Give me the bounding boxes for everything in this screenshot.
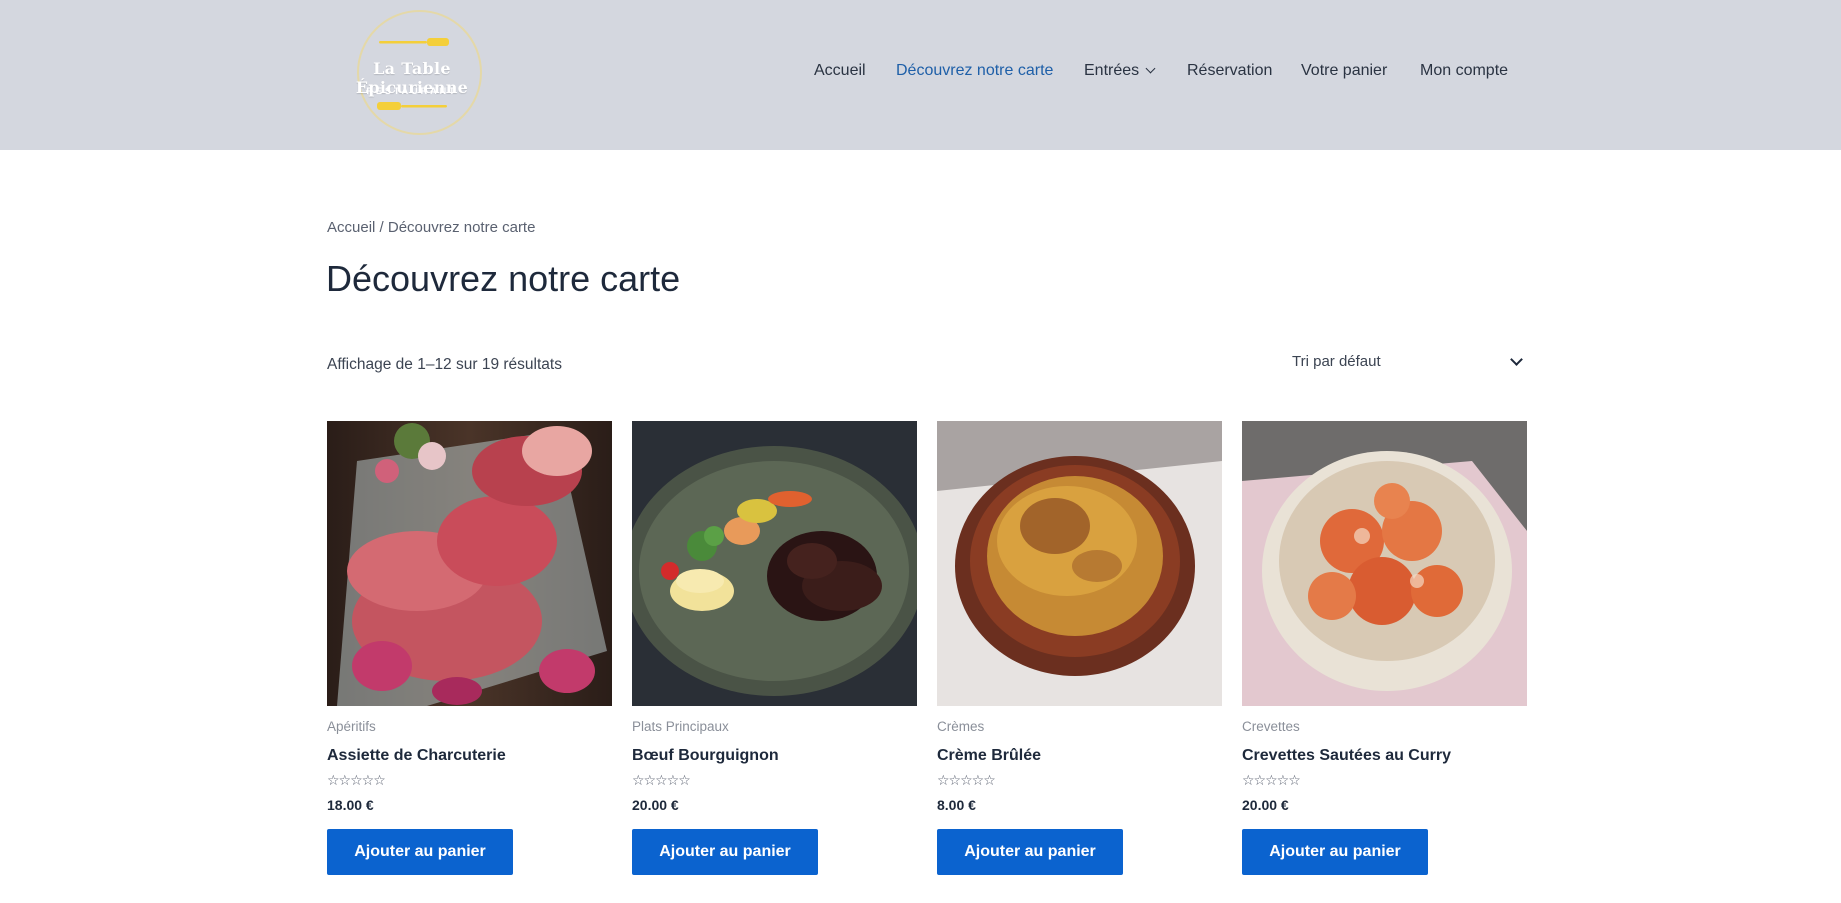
product-price: 18.00 € — [327, 797, 374, 813]
nav-item-compte[interactable]: Mon compte — [1420, 62, 1508, 80]
chevron-down-icon — [1145, 63, 1156, 74]
product-image-crevettes[interactable] — [1242, 421, 1527, 706]
add-to-cart-button[interactable]: Ajouter au panier — [937, 829, 1123, 875]
product-name[interactable]: Crevettes Sautées au Curry — [1242, 747, 1451, 765]
breadcrumb-home-link[interactable]: Accueil — [327, 219, 375, 236]
nav-item-accueil[interactable]: Accueil — [814, 62, 866, 80]
knife-icon — [377, 102, 447, 110]
star-rating: ☆☆☆☆☆ — [937, 772, 996, 788]
breadcrumb: Accueil / Découvrez notre carte — [327, 219, 535, 236]
product-price: 20.00 € — [1242, 797, 1289, 813]
star-rating: ☆☆☆☆☆ — [327, 772, 386, 788]
product-price: 20.00 € — [632, 797, 679, 813]
product-price: 8.00 € — [937, 797, 976, 813]
product-name[interactable]: Assiette de Charcuterie — [327, 747, 506, 765]
creme-brulee-image — [937, 421, 1222, 706]
product-category: Crevettes — [1242, 719, 1300, 734]
product-category: Apéritifs — [327, 719, 376, 734]
nav-item-carte[interactable]: Découvrez notre carte — [896, 62, 1053, 80]
product-name[interactable]: Crème Brûlée — [937, 747, 1041, 765]
product-name[interactable]: Bœuf Bourguignon — [632, 747, 779, 765]
beef-image — [632, 421, 917, 706]
product-image-creme-brulee[interactable] — [937, 421, 1222, 706]
add-to-cart-button[interactable]: Ajouter au panier — [1242, 829, 1428, 875]
nav-item-panier[interactable]: Votre panier — [1301, 62, 1387, 80]
fork-icon — [379, 38, 449, 46]
breadcrumb-current: Découvrez notre carte — [387, 219, 536, 236]
main-nav: Accueil Découvrez notre carte Entrées Ré… — [0, 62, 1841, 86]
product-image-boeuf[interactable] — [632, 421, 917, 706]
product-image-charcuterie[interactable] — [327, 421, 612, 706]
shrimp-image — [1242, 421, 1527, 706]
product-category: Plats Principaux — [632, 719, 729, 734]
star-rating: ☆☆☆☆☆ — [632, 772, 691, 788]
breadcrumb-separator: / — [375, 219, 388, 236]
result-count: Affichage de 1–12 sur 19 résultats — [327, 356, 562, 373]
chevron-down-icon — [1510, 353, 1523, 366]
site-header: La Table Épicurienne RESTAURANT Accueil … — [0, 0, 1841, 150]
page-title: Découvrez notre carte — [326, 258, 681, 299]
sort-select[interactable]: Tri par défaut — [1278, 346, 1528, 378]
product-category: Crèmes — [937, 719, 985, 734]
nav-item-reservation[interactable]: Réservation — [1187, 62, 1272, 80]
nav-item-entrees-label: Entrées — [1084, 62, 1140, 79]
nav-item-entrees[interactable]: Entrées — [1084, 62, 1156, 80]
charcuterie-image — [327, 421, 612, 706]
star-rating: ☆☆☆☆☆ — [1242, 772, 1301, 788]
add-to-cart-button[interactable]: Ajouter au panier — [327, 829, 513, 875]
sort-selected-label: Tri par défaut — [1292, 353, 1381, 370]
logo-tagline: RESTAURANT — [366, 86, 458, 96]
add-to-cart-button[interactable]: Ajouter au panier — [632, 829, 818, 875]
